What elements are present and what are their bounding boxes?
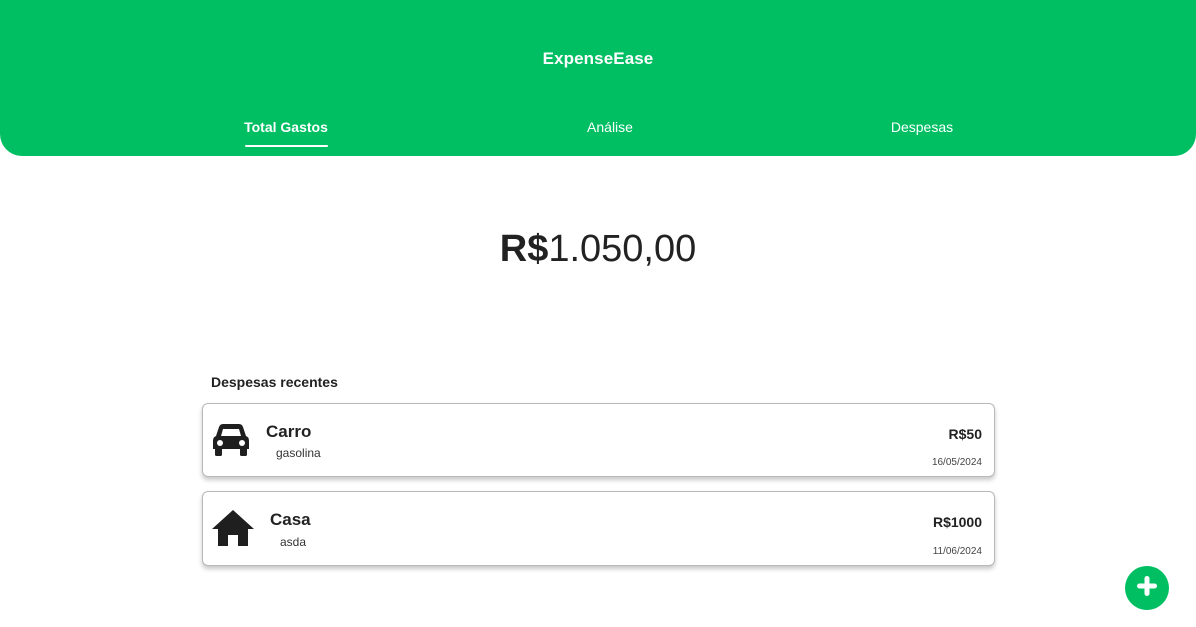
expense-description: gasolina (276, 446, 321, 460)
tab-label: Análise (587, 119, 633, 135)
tab-total-gastos[interactable]: Total Gastos (236, 119, 336, 135)
recent-expenses-title: Despesas recentes (211, 374, 338, 390)
app-title: ExpenseEase (542, 49, 654, 68)
expense-amount: R$50 (948, 426, 982, 442)
expense-date: 11/06/2024 (932, 546, 982, 557)
total-expenses: R$1.050,00 (0, 228, 1196, 271)
total-value: 1.050,00 (548, 228, 697, 270)
expense-card[interactable]: Casa asda R$1000 11/06/2024 (202, 491, 995, 566)
house-icon (211, 509, 255, 552)
add-expense-button[interactable] (1125, 566, 1169, 610)
expense-amount: R$1000 (932, 514, 982, 530)
plus-icon (1136, 575, 1158, 602)
tab-label: Despesas (890, 119, 954, 135)
expense-name: Carro (266, 422, 312, 441)
active-tab-indicator (245, 145, 328, 147)
expense-description: asda (280, 535, 307, 549)
expense-card[interactable]: Carro gasolina R$50 16/05/2024 (202, 403, 995, 477)
app-header: ExpenseEase Total Gastos Análise Despesa… (0, 0, 1196, 156)
tab-label: Total Gastos (244, 119, 328, 135)
tab-despesas[interactable]: Despesas (872, 119, 972, 135)
expense-name: Casa (270, 510, 311, 529)
tab-analise[interactable]: Análise (560, 119, 660, 135)
total-currency: R$ (499, 228, 549, 270)
car-icon (211, 423, 251, 462)
expense-date: 16/05/2024 (931, 457, 982, 468)
